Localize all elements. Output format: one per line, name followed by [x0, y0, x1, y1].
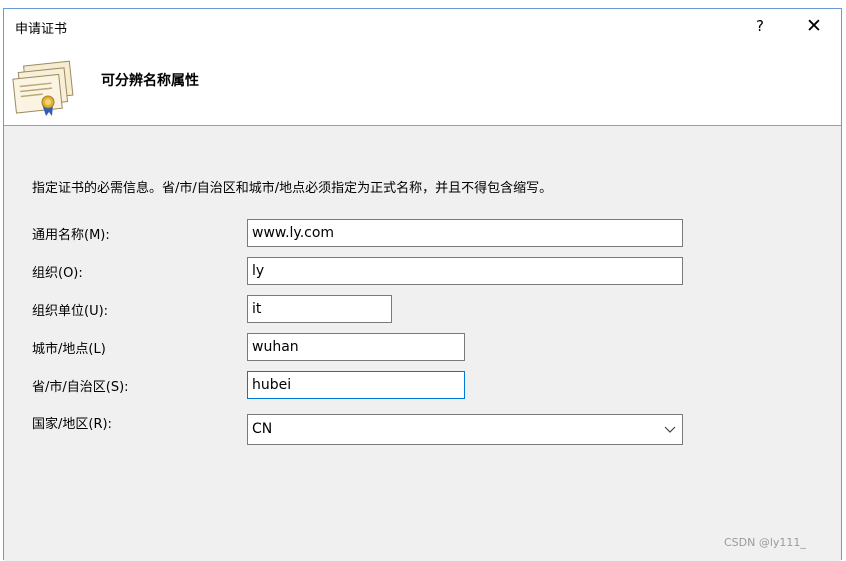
organization-label: 组织(O):: [32, 266, 83, 281]
instruction-text: 指定证书的必需信息。省/市/自治区和城市/地点必须指定为正式名称，并且不得包含缩…: [32, 181, 553, 196]
org-unit-label: 组织单位(U):: [32, 304, 109, 319]
certificate-icon: [12, 60, 74, 116]
header-title: 可分辨名称属性: [101, 73, 199, 89]
common-name-input[interactable]: [247, 219, 683, 247]
country-select-value: CN: [252, 421, 273, 437]
window-title: 申请证书: [15, 22, 68, 37]
chevron-down-icon: [664, 426, 676, 433]
state-label: 省/市/自治区(S):: [32, 380, 129, 395]
wizard-header: 可分辨名称属性: [4, 43, 841, 125]
common-name-label: 通用名称(M):: [32, 228, 110, 243]
country-label: 国家/地区(R):: [32, 417, 112, 432]
country-select[interactable]: CN: [247, 414, 683, 445]
state-input[interactable]: [247, 371, 465, 399]
help-button[interactable]: ?: [740, 11, 780, 41]
form-panel: 指定证书的必需信息。省/市/自治区和城市/地点必须指定为正式名称，并且不得包含缩…: [4, 126, 841, 561]
city-label: 城市/地点(L): [32, 342, 106, 357]
close-button[interactable]: ✕: [794, 11, 834, 41]
title-bar: 申请证书 ? ✕: [4, 9, 841, 43]
request-certificate-dialog: 申请证书 ? ✕ 可分辨名称属性 指定证书的必需信息。省/市/自治区和城市/地点…: [3, 8, 842, 561]
org-unit-input[interactable]: [247, 295, 392, 323]
organization-input[interactable]: [247, 257, 683, 285]
city-input[interactable]: [247, 333, 465, 361]
watermark-text: CSDN @ly111_: [724, 536, 806, 549]
